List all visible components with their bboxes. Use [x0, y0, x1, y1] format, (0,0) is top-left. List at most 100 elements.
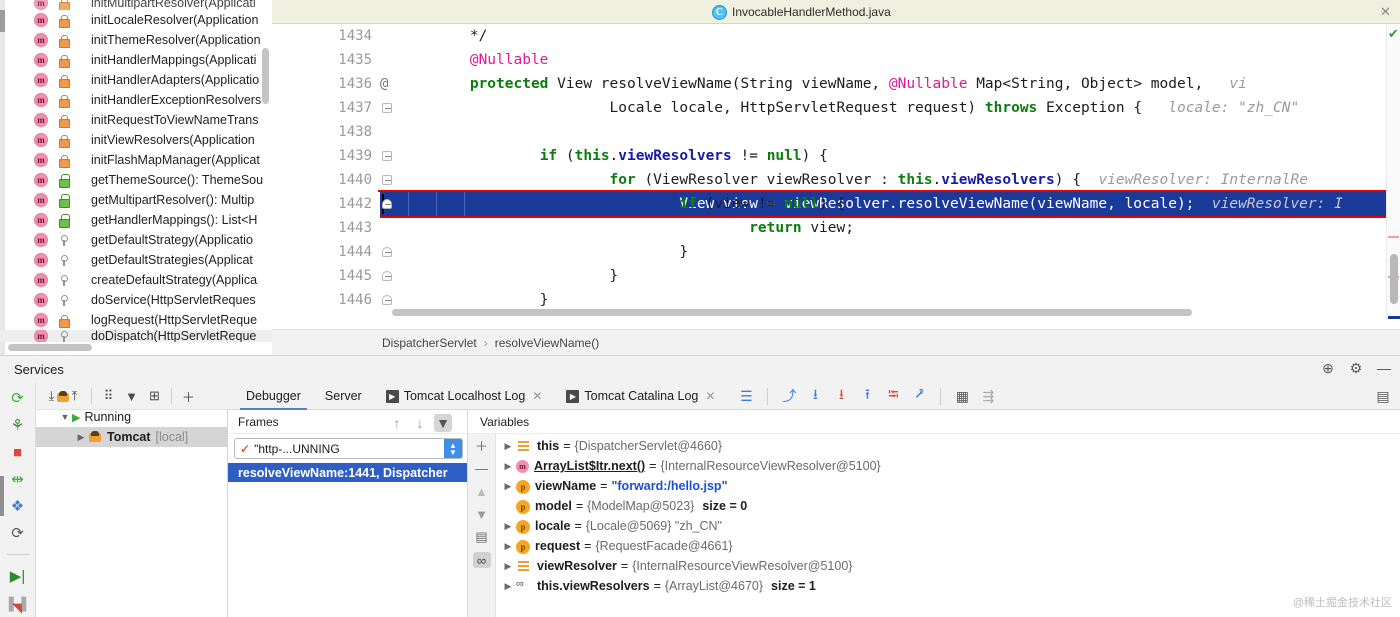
code-line[interactable]: 1442 if (view != null) {	[272, 192, 1400, 216]
fold-icon[interactable]	[382, 199, 392, 209]
fold-icon[interactable]	[382, 295, 392, 305]
structure-list-item[interactable]: mgetHandlerMappings(): List<H	[0, 210, 272, 230]
add-icon[interactable]: ＋	[179, 387, 198, 406]
structure-list-item[interactable]: minitRequestToViewNameTrans	[0, 110, 272, 130]
breadcrumb-method[interactable]: resolveViewName()	[495, 336, 599, 350]
structure-list-item[interactable]: minitLocaleResolver(Application	[0, 10, 272, 30]
redeploy-icon[interactable]: ⇹	[9, 470, 27, 488]
thread-selector[interactable]: ✓ "http-...UNNING ▲▼	[234, 438, 463, 459]
force-step-into-icon[interactable]: ⭳	[832, 387, 850, 405]
editor-horizontal-scrollbar[interactable]	[392, 309, 1192, 316]
structure-vertical-scrollbar[interactable]	[262, 48, 269, 104]
fold-icon[interactable]	[382, 175, 392, 185]
variable-row[interactable]: ▶mArrayList$Itr.next()={InternalResource…	[496, 456, 1400, 476]
code-line[interactable]: 1444 }	[272, 240, 1400, 264]
console-lines-icon[interactable]: ☰	[737, 387, 755, 405]
fold-icon[interactable]	[382, 103, 392, 113]
services-tree-item[interactable]: ▼▶Running	[36, 407, 227, 427]
evaluate-icon[interactable]: ▦	[953, 387, 971, 405]
structure-list-item[interactable]: minitThemeResolver(Application	[0, 30, 272, 50]
code-line[interactable]: 1437 Locale locale, HttpServletRequest r…	[272, 96, 1400, 120]
variable-row[interactable]: ▶this={DispatcherServlet@4660}	[496, 436, 1400, 456]
sort-up-icon[interactable]: ▲	[473, 483, 491, 499]
step-into-icon[interactable]: ⭳	[806, 387, 824, 405]
stop-icon[interactable]: ■	[9, 443, 27, 461]
up-arrow-icon[interactable]: ↑	[388, 414, 406, 432]
twisty-icon[interactable]: ▶	[500, 521, 516, 532]
structure-pane[interactable]: minitMultipartResolver(ApplicatiminitLoc…	[0, 0, 272, 355]
add-frame-icon[interactable]: ⊞	[145, 387, 164, 406]
rerun-icon[interactable]: ⟳	[9, 389, 27, 407]
variable-row[interactable]: ▶viewResolver={InternalResourceViewResol…	[496, 556, 1400, 576]
close-icon[interactable]: ✕	[705, 389, 715, 403]
structure-list-item[interactable]: minitFlashMapManager(Applicat	[0, 150, 272, 170]
layout-icon[interactable]: ⇶	[979, 387, 997, 405]
code-line[interactable]: 1436 @ protected View resolveViewName(St…	[272, 72, 1400, 96]
target-icon[interactable]: ⊕	[1320, 360, 1336, 376]
variable-row[interactable]: pmodel={ModelMap@5023}size = 0	[496, 496, 1400, 516]
variables-list[interactable]: ▶this={DispatcherServlet@4660}▶mArrayLis…	[496, 434, 1400, 617]
structure-list-item[interactable]: minitHandlerExceptionResolvers	[0, 90, 272, 110]
tab-tomcat-catalina-log[interactable]: ▶ Tomcat Catalina Log ✕	[554, 383, 727, 410]
code-line[interactable]: 1439 if (this.viewResolvers != null) {	[272, 144, 1400, 168]
filter-icon[interactable]: ▼	[122, 387, 141, 406]
services-tree-pane[interactable]: ⤓ ⤒ ⠿ ▼ ⊞ ＋ ▼Tomcat Server▼▶Running▶Tomc…	[36, 383, 228, 617]
structure-horizontal-scrollbar[interactable]	[8, 344, 92, 351]
code-line[interactable]: 1434 */	[272, 24, 1400, 48]
structure-list-item[interactable]: minitHandlerAdapters(Applicatio	[0, 70, 272, 90]
breadcrumb-class[interactable]: DispatcherServlet	[382, 336, 477, 350]
structure-list-item[interactable]: mcreateDefaultStrategy(Applica	[0, 270, 272, 290]
code-line[interactable]: 1443 return view;	[272, 216, 1400, 240]
resume-icon[interactable]: ▶|	[9, 567, 27, 585]
code-line[interactable]: 1440 for (ViewResolver viewResolver : th…	[272, 168, 1400, 192]
twisty-icon[interactable]: ▶	[500, 541, 516, 552]
twisty-icon[interactable]: ▶	[500, 441, 516, 452]
structure-list-item[interactable]: minitHandlerMappings(Applicati	[0, 50, 272, 70]
fold-icon[interactable]	[382, 271, 392, 281]
tab-tomcat-localhost-log[interactable]: ▶ Tomcat Localhost Log ✕	[374, 383, 555, 410]
structure-list-item[interactable]: mdoDispatch(HttpServletReque	[0, 330, 272, 342]
chevron-updown-icon[interactable]: ▲▼	[444, 439, 462, 458]
tab-debugger[interactable]: Debugger	[234, 383, 313, 410]
structure-list-item[interactable]: minitViewResolvers(Application	[0, 130, 272, 150]
close-icon[interactable]: ✕	[1379, 5, 1392, 18]
plus-icon[interactable]: ＋	[473, 437, 491, 453]
structure-list-item[interactable]: minitMultipartResolver(Applicati	[0, 0, 272, 10]
services-left-handle[interactable]	[0, 476, 4, 516]
variable-row[interactable]: ▶prequest={RequestFacade@4661}	[496, 536, 1400, 556]
minimize-icon[interactable]: —	[1376, 360, 1392, 376]
frame-list-item[interactable]: resolveViewName:1441, Dispatcher	[228, 463, 467, 482]
twisty-icon[interactable]: ▶	[74, 432, 88, 443]
twisty-icon[interactable]: ▶	[500, 561, 516, 572]
debug-rerun-icon[interactable]: ⚘	[9, 416, 27, 434]
close-icon[interactable]: ✕	[532, 389, 542, 403]
breadcrumb[interactable]: DispatcherServlet › resolveViewName()	[272, 329, 1400, 355]
mute-breakpoints-icon[interactable]: ◥	[12, 600, 22, 616]
code-line[interactable]: 1438	[272, 120, 1400, 144]
watches-icon[interactable]: ∞	[473, 552, 491, 568]
override-gutter-icon[interactable]: @	[380, 72, 398, 96]
structure-list-item[interactable]: mgetDefaultStrategies(Applicat	[0, 250, 272, 270]
variable-row[interactable]: ▶pviewName="forward:/hello.jsp"	[496, 476, 1400, 496]
gear-icon[interactable]: ⚙	[1348, 360, 1364, 376]
drop-frame-icon[interactable]: ⭾	[884, 387, 902, 405]
structure-list-item[interactable]: mlogRequest(HttpServletReque	[0, 310, 272, 330]
structure-list-item[interactable]: mgetMultipartResolver(): Multip	[0, 190, 272, 210]
group-by-icon[interactable]: ⠿	[99, 387, 118, 406]
sort-down-icon[interactable]: ▼	[473, 506, 491, 522]
structure-list-item[interactable]: mgetThemeSource(): ThemeSou	[0, 170, 272, 190]
editor-code-area[interactable]: 1434 */ 1435 @Nullable 1436 @ protected …	[272, 24, 1400, 319]
run-to-cursor-icon[interactable]: ⭷	[910, 387, 928, 405]
layout-settings-icon[interactable]: ▤	[1374, 387, 1392, 405]
editor-tab-invocablehandlermethod[interactable]: C InvocableHandlerMethod.java	[712, 0, 891, 24]
twisty-icon[interactable]: ▶	[500, 461, 516, 472]
services-tree-item[interactable]: ▶Tomcat[local]	[36, 427, 227, 447]
error-stripe[interactable]: ✔	[1386, 24, 1400, 319]
copy-icon[interactable]: ▤	[473, 529, 491, 545]
filter-icon[interactable]: ▼	[434, 414, 452, 432]
step-over-icon[interactable]: ⤴	[780, 387, 798, 405]
restart-icon[interactable]: ⟳	[9, 524, 27, 542]
minus-icon[interactable]: —	[473, 460, 491, 476]
twisty-icon[interactable]: ▶	[500, 581, 516, 592]
editor-vertical-scrollbar[interactable]	[1390, 254, 1398, 304]
